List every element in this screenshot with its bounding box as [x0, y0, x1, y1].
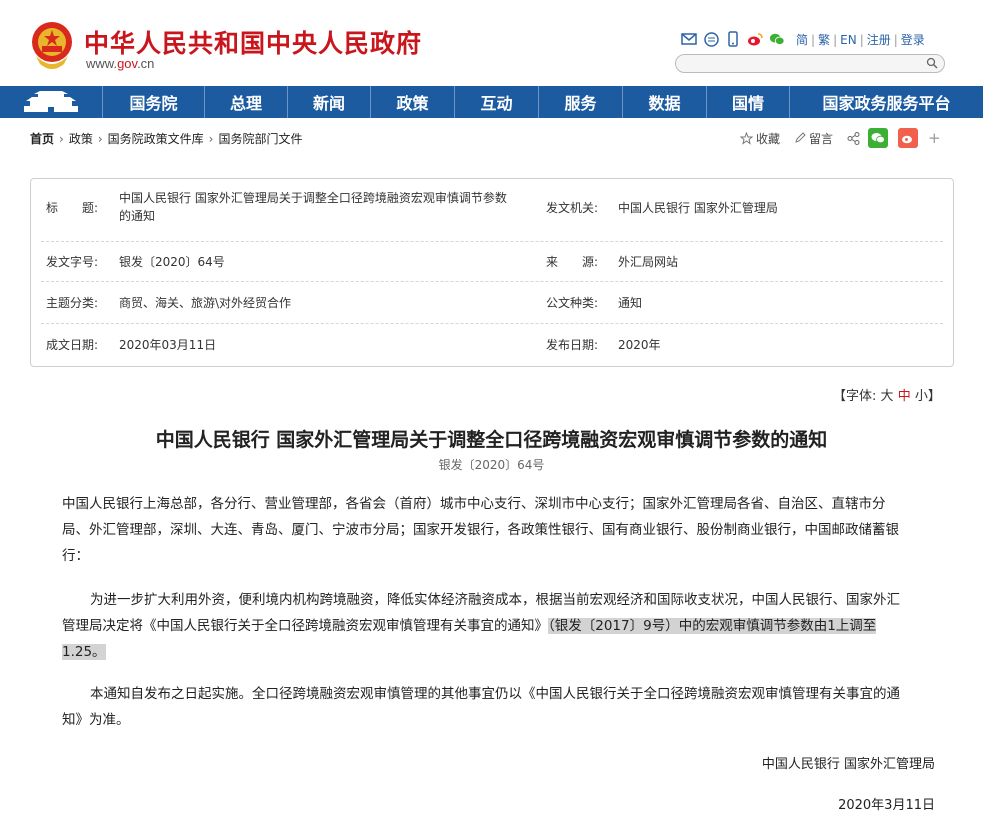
site-url-prefix: www.	[86, 56, 118, 71]
share-icon	[847, 131, 860, 145]
breadcrumb-policy-library[interactable]: 国务院政策文件库	[108, 132, 204, 146]
meta-docno-value: 银发〔2020〕64号	[119, 255, 225, 269]
nav-item-news[interactable]: 新闻	[288, 86, 371, 118]
language-login-links: 简 | 繁 | EN | 注册 | 登录	[796, 33, 925, 47]
article-doc-number: 银发〔2020〕64号	[438, 458, 545, 472]
meta-source-value: 外汇局网站	[618, 255, 679, 269]
meta-row-topic: 主题分类: 商贸、海关、旅游\对外经贸合作 公文种类: 通知	[41, 282, 943, 324]
signature-date: 2020年3月11日	[838, 798, 935, 813]
star-icon	[740, 131, 753, 145]
nav-item-gov-service-platform[interactable]: 国家政务服务平台	[790, 86, 983, 118]
site-header: 中华人民共和国中央人民政府 www.gov.cn 简 | 繁 | EN | 注册 | 登录	[0, 0, 983, 86]
p1-line-2b-highlight: （银发〔2017〕9号）中的宏观审慎调节参数由1上调至	[548, 618, 877, 634]
chevron-right-icon: ›	[59, 132, 64, 146]
meta-topic-label: 主题分类:	[46, 296, 99, 310]
meta-issuer-label: 发文机关:	[546, 201, 599, 215]
meta-published-value: 2020年	[618, 338, 661, 352]
p1-line-1: 为进一步扩大利用外资，便利境内机构跨境融资，降低实体经济融资成本，根据当前宏观经…	[90, 592, 900, 608]
font-size-suffix: 】	[927, 389, 941, 404]
breadcrumb-department-docs[interactable]: 国务院部门文件	[218, 132, 302, 146]
search-icon[interactable]	[926, 57, 938, 69]
meta-row-docno: 发文字号: 银发〔2020〕64号 来 源: 外汇局网站	[41, 242, 943, 282]
weibo-share-icon[interactable]	[898, 128, 919, 148]
meta-topic-value: 商贸、海关、旅游\对外经贸合作	[119, 296, 292, 310]
favorite-button[interactable]: 收藏	[740, 130, 780, 147]
article-paragraph-2: 本通知自发布之日起实施。全口径跨境融资宏观审慎管理的其他事宜仍以《中国人民银行关…	[62, 681, 934, 733]
chevron-right-icon: ›	[208, 132, 214, 146]
meta-docno-label: 发文字号:	[46, 255, 99, 269]
nav-item-interaction[interactable]: 互动	[455, 86, 539, 118]
addressee-line-1: 中国人民银行上海总部，各分行、营业管理部，各省会（首府）城市中心支行、深圳市中心…	[62, 496, 886, 512]
nav-item-data[interactable]: 数据	[623, 86, 707, 118]
wechat-share-icon[interactable]	[868, 128, 889, 148]
breadcrumb: 首页 › 政策 › 国务院政策文件库 › 国务院部门文件	[30, 130, 303, 147]
meta-published-label: 发布日期:	[546, 338, 599, 352]
login-link[interactable]: 登录	[901, 33, 925, 47]
site-url-suffix: .cn	[137, 56, 155, 71]
share-button[interactable]	[847, 131, 860, 145]
font-size-prefix: 【字体:	[833, 389, 877, 404]
meta-title-line2: 的通知	[119, 209, 156, 223]
font-size-medium[interactable]: 中	[898, 389, 911, 404]
plus-icon[interactable]: +	[928, 129, 941, 147]
search-input[interactable]	[675, 54, 945, 73]
meta-written-value: 2020年03月11日	[119, 338, 217, 352]
top-icon-group	[681, 30, 785, 48]
tiananmen-logo-icon[interactable]	[0, 86, 103, 118]
main-nav: 国务院 总理 新闻 政策 互动 服务 数据 国情 国家政务服务平台	[0, 86, 983, 118]
font-size-small[interactable]: 小	[915, 389, 928, 404]
favorite-label: 收藏	[756, 131, 781, 146]
article-title: 中国人民银行 国家外汇管理局关于调整全口径跨境融资宏观审慎调节参数的通知	[155, 429, 828, 451]
nav-item-premier[interactable]: 总理	[205, 86, 288, 118]
nav-item-state-council[interactable]: 国务院	[103, 86, 205, 118]
addressee-line-2: 局、外汇管理部，深圳、大连、青岛、厦门、宁波市分局；国家开发银行，各政策性银行、…	[62, 522, 899, 538]
national-emblem-icon[interactable]	[30, 20, 74, 72]
site-url[interactable]: www.gov.cn	[86, 56, 154, 71]
p1-line-3-highlight: 1.25。	[62, 644, 106, 660]
meta-title-line1: 中国人民银行 国家外汇管理局关于调整全口径跨境融资宏观审慎调节参数	[119, 191, 507, 205]
nav-item-services[interactable]: 服务	[539, 86, 623, 118]
simplified-link[interactable]: 简	[796, 33, 808, 47]
article-paragraph-1: 为进一步扩大利用外资，便利境内机构跨境融资，降低实体经济融资成本，根据当前宏观经…	[62, 587, 934, 665]
breadcrumb-policy[interactable]: 政策	[69, 132, 93, 146]
nav-item-policy[interactable]: 政策	[371, 86, 455, 118]
register-link[interactable]: 注册	[867, 33, 891, 47]
signature-org: 中国人民银行 国家外汇管理局	[761, 757, 935, 772]
p1-line-3: 1.25。	[62, 639, 934, 665]
message-icon[interactable]	[703, 31, 719, 47]
chevron-right-icon: ›	[97, 132, 103, 146]
breadcrumb-home[interactable]: 首页	[30, 132, 54, 146]
pencil-icon	[795, 132, 806, 143]
document-metadata-table: 标 题: 中国人民银行 国家外汇管理局关于调整全口径跨境融资宏观审慎调节参数 的通…	[30, 178, 954, 367]
mobile-icon[interactable]	[725, 31, 741, 47]
meta-row-dates: 成文日期: 2020年03月11日 发布日期: 2020年	[41, 324, 943, 366]
meta-source-label: 来 源:	[546, 255, 599, 269]
p2-line-2: 知》为准。	[62, 712, 130, 728]
p1-line-2: 管理局决定将《中国人民银行关于全口径跨境融资宏观审慎管理有关事宜的通知》（银发〔…	[62, 613, 934, 639]
weibo-icon[interactable]	[747, 31, 763, 47]
nav-item-national-info[interactable]: 国情	[707, 86, 790, 118]
wechat-icon[interactable]	[769, 31, 785, 47]
meta-row-title: 标 题: 中国人民银行 国家外汇管理局关于调整全口径跨境融资宏观审慎调节参数 的通…	[41, 179, 943, 242]
comment-button[interactable]: 留言	[794, 130, 833, 147]
font-size-large[interactable]: 大	[881, 389, 894, 404]
font-size-switch: 【字体: 大 中 小】	[833, 385, 941, 404]
meta-type-label: 公文种类:	[546, 296, 599, 310]
mail-icon[interactable]	[681, 31, 697, 47]
meta-title-value: 中国人民银行 国家外汇管理局关于调整全口径跨境融资宏观审慎调节参数 的通知	[119, 189, 549, 225]
site-url-gov: gov	[117, 56, 138, 71]
site-title[interactable]: 中华人民共和国中央人民政府	[84, 24, 422, 60]
english-link[interactable]: EN	[840, 33, 857, 47]
meta-written-label: 成文日期:	[46, 338, 99, 352]
meta-title-label: 标 题:	[46, 201, 99, 215]
addressee-line-3: 行：	[62, 548, 89, 564]
traditional-link[interactable]: 繁	[818, 33, 830, 47]
meta-issuer-value: 中国人民银行 国家外汇管理局	[618, 201, 778, 215]
article-addressee: 中国人民银行上海总部，各分行、营业管理部，各省会（首府）城市中心支行、深圳市中心…	[62, 491, 934, 569]
p1-line-2a: 管理局决定将《中国人民银行关于全口径跨境融资宏观审慎管理有关事宜的通知》	[62, 618, 548, 634]
comment-label: 留言	[809, 131, 834, 146]
p2-line-1: 本通知自发布之日起实施。全口径跨境融资宏观审慎管理的其他事宜仍以《中国人民银行关…	[90, 686, 900, 702]
article-tools: 收藏 留言 +	[740, 128, 941, 148]
meta-type-value: 通知	[618, 296, 643, 310]
